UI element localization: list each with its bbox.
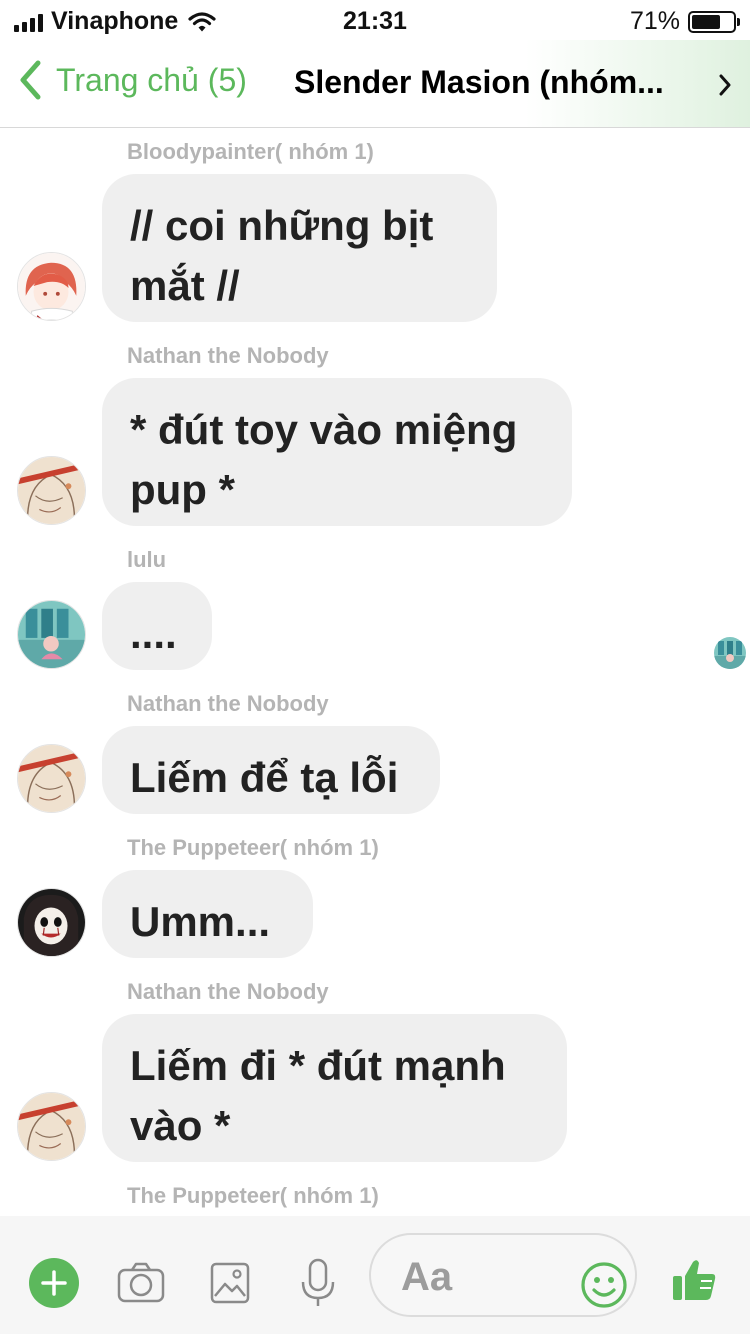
- sketch-avatar-icon[interactable]: [17, 1092, 86, 1161]
- sender-name: Nathan the Nobody: [127, 691, 329, 716]
- red-hair-avatar-icon[interactable]: [17, 252, 86, 321]
- message-list[interactable]: Bloodypainter( nhóm 1) // coi những bịt …: [0, 129, 750, 1216]
- image-icon[interactable]: [205, 1258, 255, 1308]
- chevron-right-icon[interactable]: [718, 74, 732, 96]
- sender-name: Bloodypainter( nhóm 1): [127, 139, 374, 164]
- read-receipt-avatar-icon: [714, 637, 746, 669]
- sender-name: lulu: [127, 547, 167, 572]
- puppet-mask-avatar-icon[interactable]: [17, 888, 86, 957]
- sender-name: The Puppeteer( nhóm 1): [127, 835, 379, 860]
- thumbs-up-icon[interactable]: [670, 1256, 718, 1304]
- message-bubble[interactable]: Liếm để tạ lỗi: [102, 726, 440, 814]
- message-bubble[interactable]: // coi những bịt mắt //: [102, 174, 497, 322]
- back-button[interactable]: Trang chủ (5): [18, 60, 247, 100]
- message-bubble[interactable]: ....: [102, 582, 212, 670]
- sketch-avatar-icon[interactable]: [17, 456, 86, 525]
- sender-name: The Puppeteer( nhóm 1): [127, 1183, 379, 1208]
- status-right: 71%: [629, 7, 740, 36]
- plus-icon[interactable]: [29, 1258, 79, 1308]
- conversation-title[interactable]: Slender Masion (nhóm...: [294, 64, 706, 101]
- status-bar: Vinaphone 21:31 71%: [0, 0, 750, 40]
- message-bubble[interactable]: Umm...: [102, 870, 313, 958]
- microphone-icon[interactable]: [293, 1258, 343, 1308]
- composer-bar: Aa: [0, 1216, 750, 1334]
- message-bubble[interactable]: * đút toy vào miệng pup *: [102, 378, 572, 526]
- chevron-left-icon: [20, 60, 41, 100]
- back-label: Trang chủ (5): [56, 61, 247, 98]
- message-input-placeholder: Aa: [401, 1255, 453, 1299]
- camera-icon[interactable]: [116, 1258, 166, 1308]
- battery-icon: [688, 10, 740, 33]
- nav-bar: Trang chủ (5) Slender Masion (nhóm...: [0, 40, 750, 128]
- battery-fill: [692, 14, 721, 29]
- battery-percent: 71%: [629, 7, 680, 35]
- sketch-avatar-icon[interactable]: [17, 744, 86, 813]
- teal-room-avatar-icon[interactable]: [17, 600, 86, 669]
- sender-name: Nathan the Nobody: [127, 343, 329, 368]
- message-bubble[interactable]: Liếm đi * đút mạnh vào *: [102, 1014, 567, 1162]
- emoji-icon[interactable]: [580, 1261, 628, 1309]
- sender-name: Nathan the Nobody: [127, 979, 329, 1004]
